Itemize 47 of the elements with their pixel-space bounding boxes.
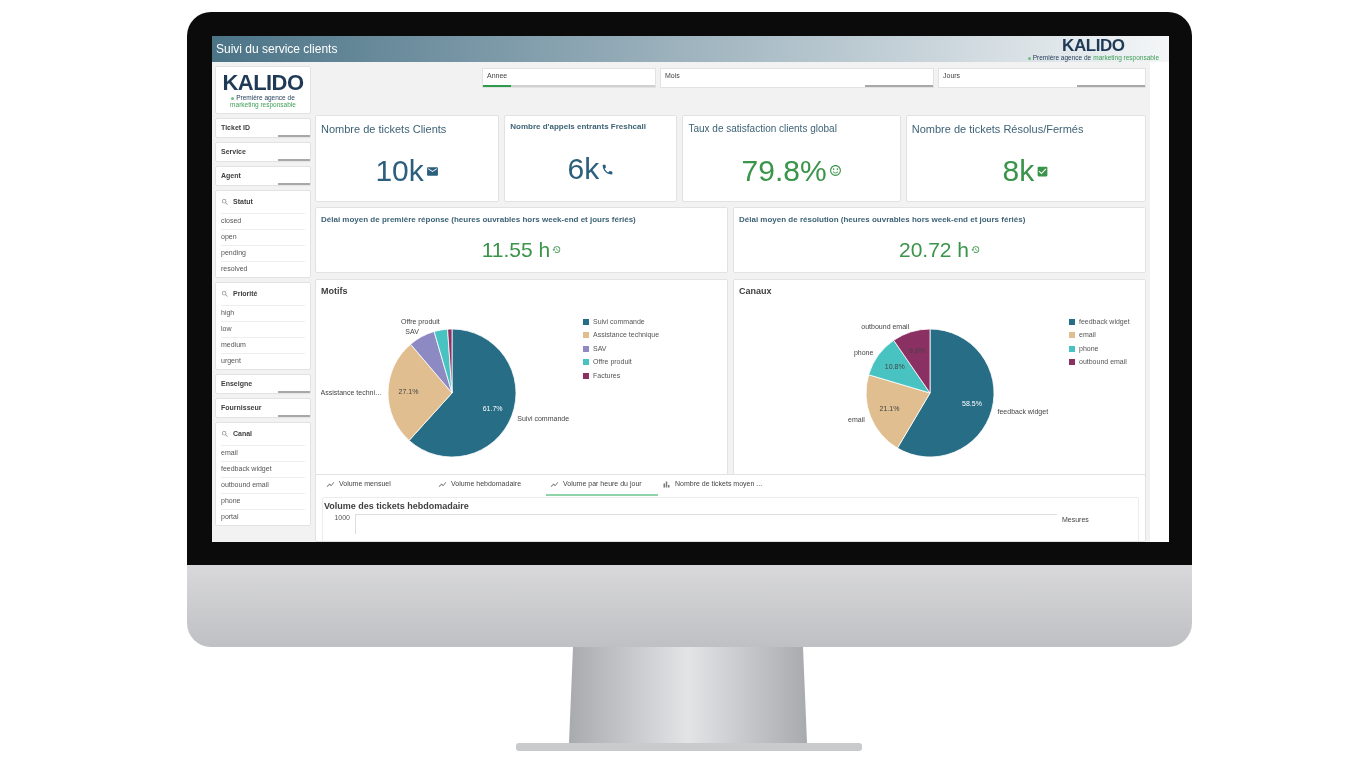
window-title: Suivi du service clients xyxy=(216,41,338,58)
kpi-value: 10k xyxy=(375,156,424,187)
logo-wordmark: KALIDO xyxy=(1062,36,1125,54)
legend-swatch xyxy=(583,318,589,325)
kpi-value: 11.55 h xyxy=(481,238,551,260)
search-icon xyxy=(221,198,229,206)
scrollbar xyxy=(278,135,310,137)
chart-title: Canaux xyxy=(739,285,773,298)
scrollbar xyxy=(278,159,310,161)
kpi-value: 79.8% xyxy=(741,155,827,186)
kpi-value: 8k xyxy=(1002,156,1035,187)
scrollbar xyxy=(278,415,310,417)
scrollbar xyxy=(278,391,310,393)
line-chart-icon xyxy=(550,480,559,489)
chart-title: Motifs xyxy=(321,285,349,298)
scrollbar xyxy=(278,183,310,185)
legend-swatch xyxy=(1069,318,1075,325)
legend-swatch xyxy=(1069,332,1075,339)
kpi-title: Nombre de tickets Résolus/Fermés xyxy=(911,122,1085,137)
line-chart-icon xyxy=(438,480,447,489)
logo-wordmark: KALIDO xyxy=(222,72,304,94)
legend-swatch xyxy=(583,345,589,352)
phone-icon xyxy=(601,162,615,176)
kpi-title: Nombre d'appels entrants Freshcall xyxy=(510,121,647,133)
history-icon xyxy=(971,244,981,254)
kpi-title: Taux de satisfaction clients global xyxy=(688,122,838,136)
legend-swatch xyxy=(1069,359,1075,366)
kpi-title: Délai moyen de première réponse (heures ouvrables hors week-end et jours fériés) xyxy=(321,214,637,226)
scrollbar xyxy=(865,85,933,87)
kpi-value: 6k xyxy=(567,154,600,184)
search-icon xyxy=(221,430,229,438)
chart-title: Volume des tickets hebdomadaire xyxy=(324,502,470,511)
smiley-icon xyxy=(828,164,842,177)
legend-swatch xyxy=(583,372,589,379)
scrollbar xyxy=(1077,85,1145,87)
bar-chart-icon xyxy=(662,480,671,489)
kpi-value: 20.72 h xyxy=(898,238,970,260)
legend-swatch xyxy=(1069,345,1075,352)
legend-swatch xyxy=(583,332,589,339)
history-icon xyxy=(552,244,562,254)
search-icon xyxy=(221,290,229,298)
legend-swatch xyxy=(583,359,589,366)
checkbox-icon xyxy=(1036,164,1050,178)
mail-icon xyxy=(425,164,439,178)
kpi-title: Nombre de tickets Clients xyxy=(321,122,448,137)
line-chart-icon xyxy=(326,480,335,489)
kpi-title: Délai moyen de résolution (heures ouvrables hors week-end et jours fériés) xyxy=(739,214,1027,226)
